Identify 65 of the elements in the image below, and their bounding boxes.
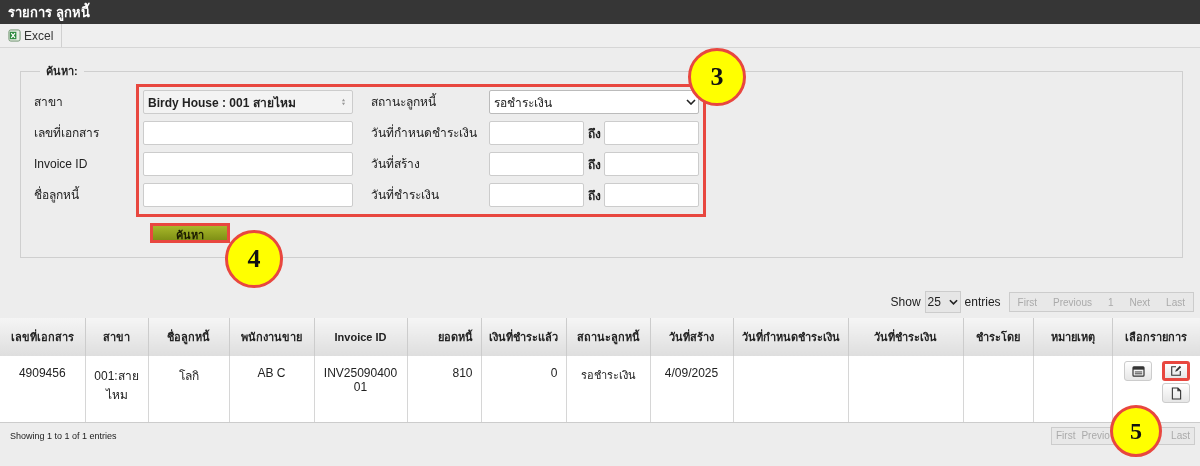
column-header[interactable]: Invoice ID xyxy=(314,318,407,356)
column-header[interactable]: พนักงานขาย xyxy=(229,318,314,356)
table-cell: 001:สายไหม xyxy=(85,356,148,422)
column-header[interactable]: สถานะลูกหนี้ xyxy=(566,318,650,356)
table-cell: INV2509040001 xyxy=(314,356,407,422)
table-cell: 4/09/2025 xyxy=(650,356,733,422)
caret-icon xyxy=(948,299,958,305)
table-cell: AB C xyxy=(229,356,314,422)
view-button[interactable] xyxy=(1124,361,1152,381)
range-label: ถึง xyxy=(586,187,602,205)
edit-button[interactable] xyxy=(1162,361,1190,381)
date-field[interactable] xyxy=(604,152,699,176)
column-header[interactable]: วันที่ชำระเงิน xyxy=(848,318,963,356)
document-icon xyxy=(1170,386,1182,400)
column-header[interactable]: วันที่สร้าง xyxy=(650,318,733,356)
card-icon xyxy=(1131,365,1145,377)
status-select[interactable]: รอชำระเงิน xyxy=(489,90,699,114)
branch-select[interactable]: Birdy House : 001 สายไหม xyxy=(143,90,353,114)
table-cell: รอชำระเงิน xyxy=(566,356,650,422)
column-header[interactable]: เลขที่เอกสาร xyxy=(0,318,85,356)
date-field[interactable] xyxy=(489,183,584,207)
text-field[interactable] xyxy=(143,183,353,207)
entries-info: Showing 1 to 1 of 1 entries xyxy=(10,430,117,441)
spreadsheet-icon xyxy=(8,29,21,42)
range-label: ถึง xyxy=(586,156,602,174)
field-label: สาขา xyxy=(34,94,64,111)
step-badge: 3 xyxy=(688,48,746,106)
field-label: Invoice ID xyxy=(34,156,89,173)
search-button[interactable]: ค้นหา xyxy=(150,223,230,243)
date-field[interactable] xyxy=(604,183,699,207)
entries-label: entries xyxy=(964,295,1001,309)
updown-icon xyxy=(341,98,346,106)
range-label: ถึง xyxy=(586,125,602,143)
date-field[interactable] xyxy=(489,152,584,176)
column-header[interactable]: หมายเหตุ xyxy=(1033,318,1112,356)
step-badge: 4 xyxy=(225,230,283,288)
column-header[interactable]: เงินที่ชำระแล้ว xyxy=(481,318,566,356)
field-label: สถานะลูกหนี้ xyxy=(370,92,438,112)
text-field[interactable] xyxy=(143,152,353,176)
column-header[interactable]: ยอดหนี้ xyxy=(407,318,481,356)
column-header[interactable]: ชำระโดย xyxy=(963,318,1033,356)
field-label: วันที่ชำระเงิน xyxy=(370,185,440,204)
page-size-select[interactable]: 25 xyxy=(924,291,961,313)
edit-icon xyxy=(1170,365,1182,377)
field-label: เลขที่เอกสาร xyxy=(34,123,100,142)
date-field[interactable] xyxy=(489,121,584,145)
table-cell: 4909456 xyxy=(0,356,85,422)
document-button[interactable] xyxy=(1162,383,1190,403)
show-label: Show xyxy=(890,295,921,309)
text-field[interactable] xyxy=(143,121,353,145)
column-header[interactable]: วันที่กำหนดชำระเงิน xyxy=(733,318,848,356)
caret-icon xyxy=(686,99,696,105)
excel-button[interactable]: Excel xyxy=(0,24,63,47)
column-header[interactable]: เลือกรายการ xyxy=(1112,318,1200,356)
panel-legend: ค้นหา: xyxy=(40,62,84,80)
field-label: วันที่กำหนดชำระเงิน xyxy=(370,123,478,142)
column-header[interactable]: สาขา xyxy=(85,318,148,356)
field-label: วันที่สร้าง xyxy=(370,154,421,173)
table-cell: โลกิ xyxy=(148,356,229,422)
field-label: ชื่อลูกหนี้ xyxy=(34,185,81,205)
date-field[interactable] xyxy=(604,121,699,145)
window-title: รายการ ลูกหนี้ xyxy=(8,1,90,23)
table-cell: 810 xyxy=(407,356,481,422)
column-header[interactable]: ชื่อลูกหนี้ xyxy=(148,318,229,356)
table-cell: 0 xyxy=(481,356,566,422)
